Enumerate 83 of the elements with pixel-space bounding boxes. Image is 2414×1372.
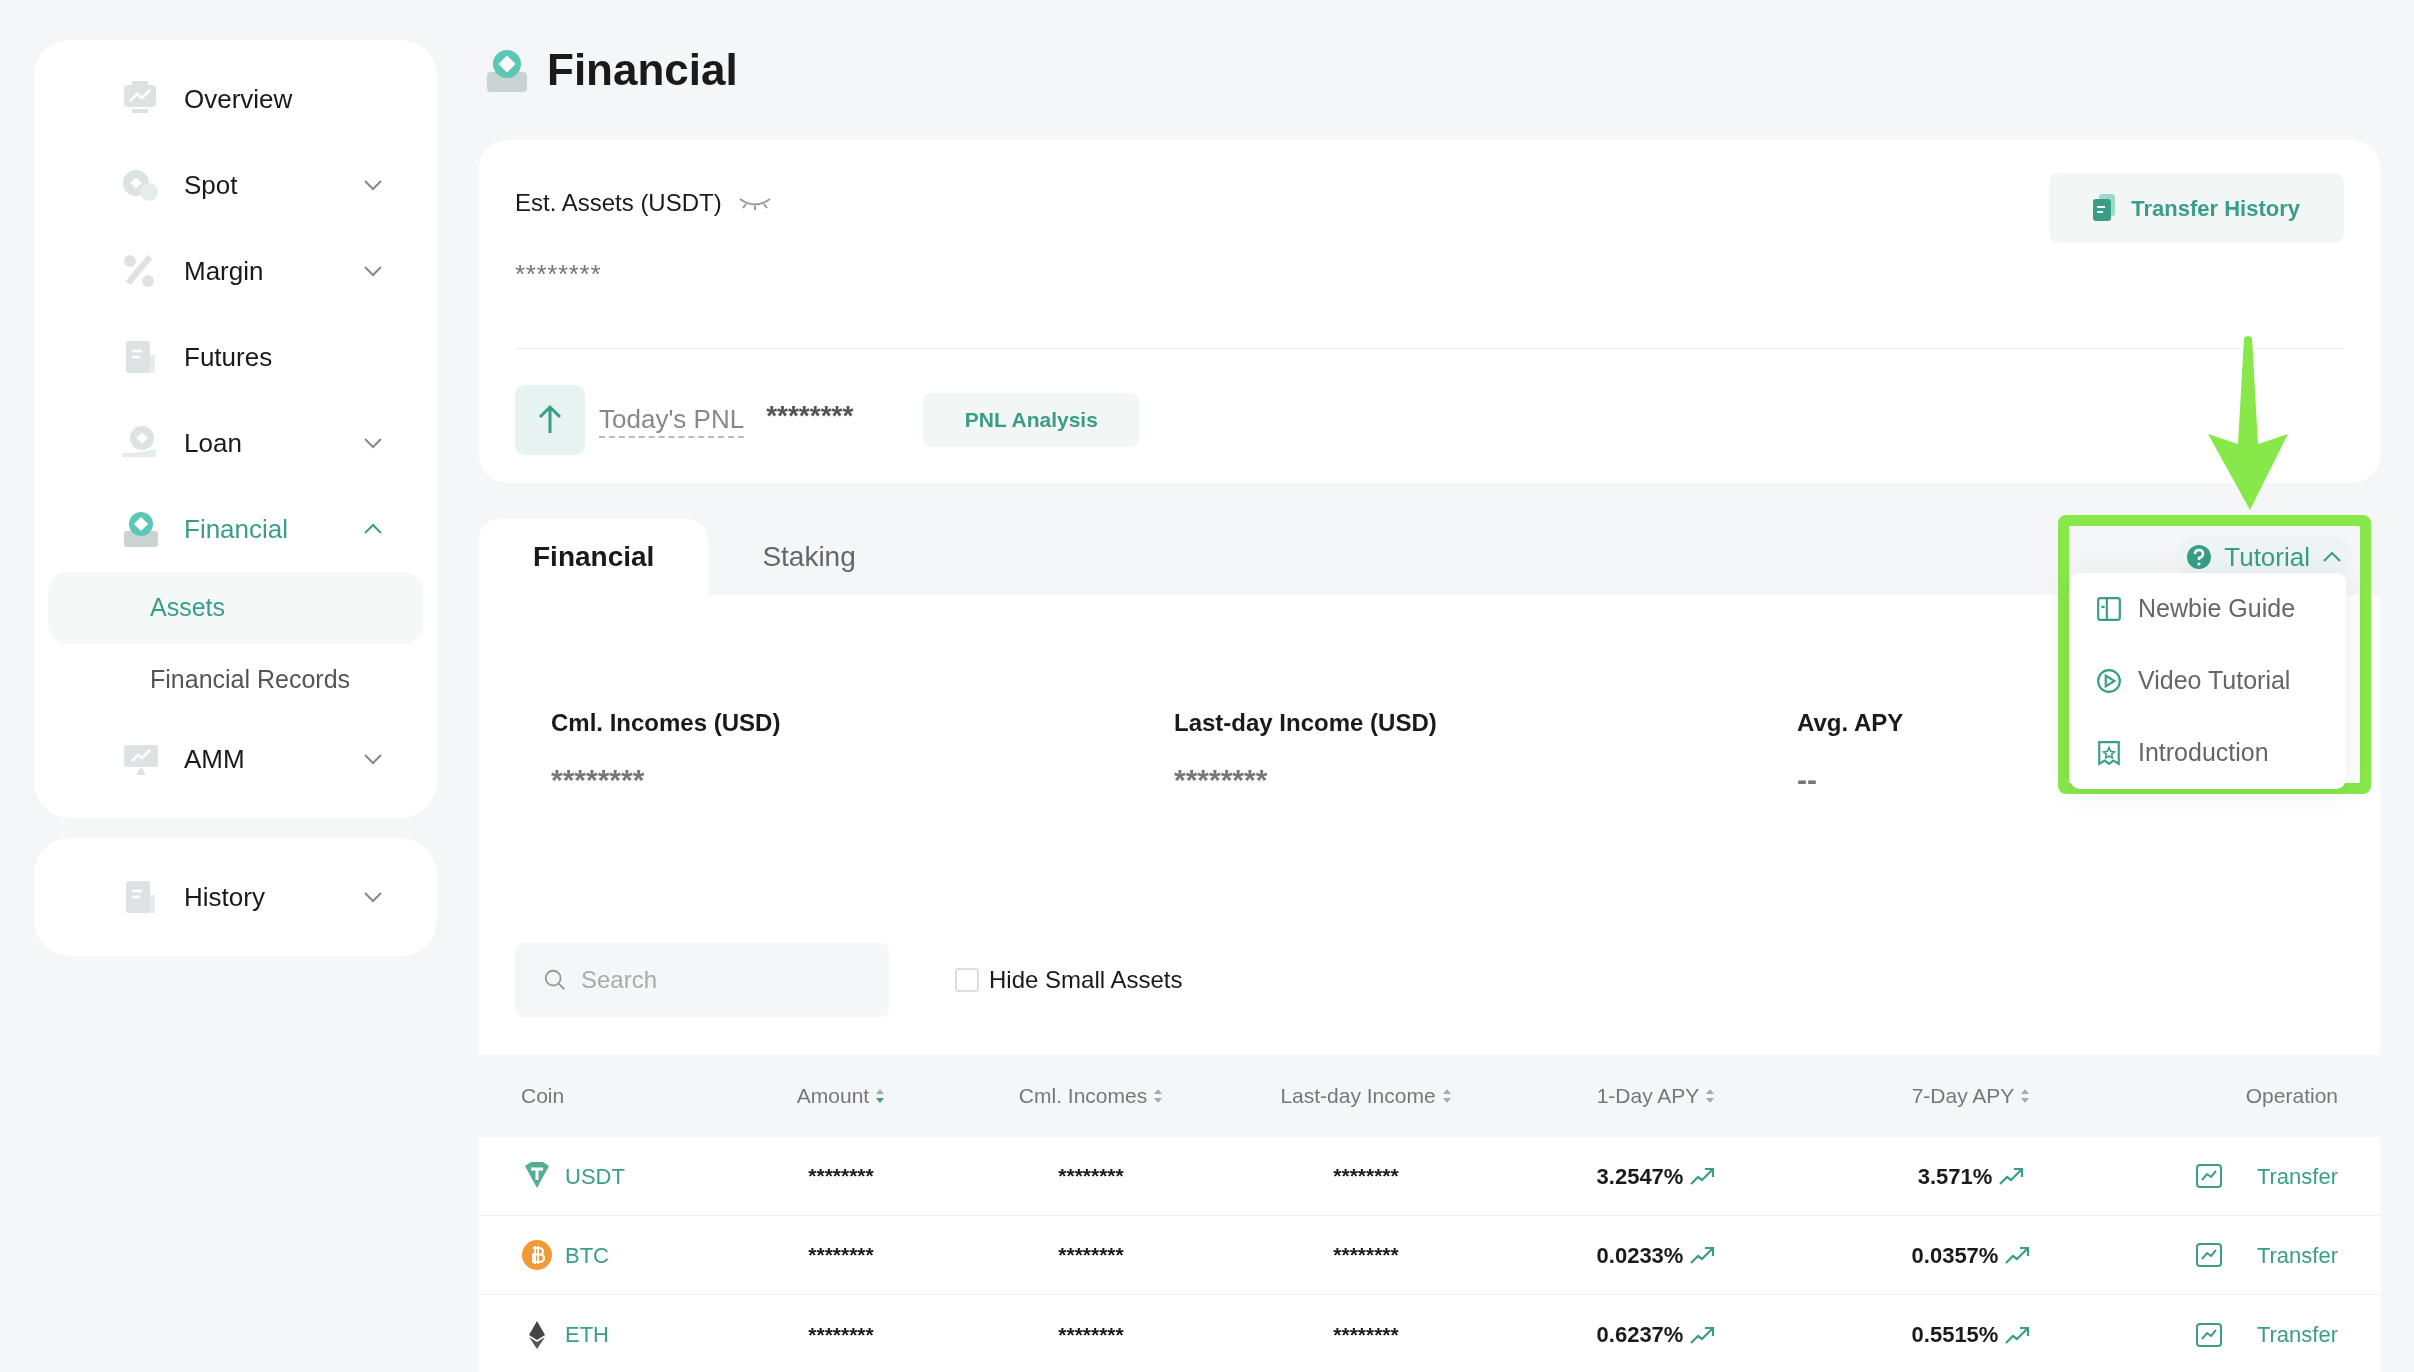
help-icon (2186, 544, 2213, 570)
table-cell-text: ******** (808, 1321, 874, 1348)
stat-value: ******** (551, 762, 645, 798)
sort-icon[interactable] (1441, 1088, 1452, 1104)
table-cell-text: ******** (808, 1242, 874, 1269)
column-header[interactable]: 1-Day APY (1596, 1080, 1700, 1112)
pnl-analysis-button[interactable]: PNL Analysis (923, 393, 1140, 447)
table-cell-text: 0.0233% (1596, 1241, 1684, 1270)
sidebar-item[interactable]: AMM (48, 716, 423, 802)
hide-small-assets-label[interactable]: Hide Small Assets (989, 962, 1183, 998)
chart-icon[interactable] (2194, 1242, 2223, 1268)
sidebar-item[interactable]: Financial (48, 486, 423, 572)
book-icon (2096, 596, 2122, 622)
stat-label: Last-day Income (USD) (1174, 708, 1437, 738)
search-input[interactable]: Search (581, 962, 861, 998)
tab[interactable]: Financial (479, 519, 709, 595)
sidebar-item[interactable]: Margin (48, 228, 423, 314)
sidebar-item[interactable]: Spot (48, 142, 423, 228)
tab[interactable]: Staking (708, 519, 910, 595)
stat-value: ******** (1174, 762, 1268, 798)
table-cell-text: ******** (1058, 1242, 1124, 1269)
sidebar-subitem[interactable]: Assets (48, 572, 423, 644)
column-header[interactable]: Last-day Income (1280, 1080, 1436, 1112)
transfer-link[interactable]: Transfer (2256, 1159, 2338, 1193)
chevron-up-icon (2322, 551, 2342, 563)
table-cell-text: ******** (808, 1163, 874, 1190)
star-badge-icon (2096, 740, 2122, 766)
assets-label: Est. Assets (USDT) (515, 188, 722, 218)
trend-up-icon (1998, 1166, 2025, 1186)
table-cell-text: 0.0357% (1911, 1241, 1999, 1270)
tutorial-dropdown[interactable]: Tutorial (2176, 537, 2352, 577)
pnl-value: ******** (766, 399, 854, 433)
table-cell-text: ******** (1333, 1163, 1399, 1190)
dropdown-item[interactable]: Introduction (2070, 717, 2346, 789)
transfer-history-button[interactable]: Transfer History (2049, 173, 2344, 243)
trend-up-icon (1689, 1166, 1716, 1186)
trend-up-icon (2004, 1245, 2031, 1265)
sidebar-item[interactable]: Loan (48, 400, 423, 486)
column-header[interactable]: Amount (796, 1080, 870, 1112)
bitcoin-icon (521, 1239, 553, 1271)
chart-icon[interactable] (2194, 1321, 2223, 1348)
column-header[interactable]: Cml. Incomes (1018, 1080, 1148, 1112)
eye-closed-icon[interactable] (737, 196, 772, 210)
sort-icon[interactable] (2020, 1088, 2031, 1104)
chart-icon[interactable] (2194, 1163, 2223, 1189)
sort-icon[interactable] (875, 1088, 886, 1104)
assets-value: ******** (515, 258, 603, 291)
coin-name[interactable]: ETH (565, 1318, 609, 1351)
stat-value: -- (1797, 762, 1817, 798)
sidebar-item[interactable]: Futures (48, 314, 423, 400)
table-cell-text: 0.5515% (1911, 1321, 1999, 1349)
sort-icon[interactable] (1705, 1088, 1716, 1104)
sidebar-subitem[interactable]: Financial Records (48, 644, 423, 716)
sidebar-item[interactable]: Overview (48, 56, 423, 142)
column-header: Operation (2245, 1083, 2338, 1110)
table-cell-text: ******** (1058, 1163, 1124, 1190)
search-field[interactable]: Search (515, 943, 889, 1017)
transfer-link[interactable]: Transfer (2256, 1318, 2338, 1351)
coin-name[interactable]: USDT (565, 1159, 625, 1193)
play-icon (2096, 668, 2122, 694)
table-cell-text: ******** (1058, 1321, 1124, 1348)
transfer-link[interactable]: Transfer (2256, 1238, 2338, 1272)
column-header: Coin (521, 1083, 565, 1110)
checkbox[interactable] (955, 968, 979, 992)
stat-label: Avg. APY (1797, 708, 1904, 738)
pnl-label[interactable]: Today's PNL (599, 402, 745, 438)
dropdown-item[interactable]: Video Tutorial (2070, 645, 2346, 717)
column-header[interactable]: 7-Day APY (1911, 1080, 2015, 1112)
trend-up-icon (2004, 1324, 2031, 1345)
table-cell-text: 0.6237% (1596, 1321, 1684, 1349)
document-icon (2093, 194, 2118, 222)
coin-name[interactable]: BTC (565, 1238, 609, 1272)
table-cell-text: ******** (1333, 1242, 1399, 1269)
sidebar-item[interactable]: History (48, 854, 423, 940)
page-title: Financial (547, 44, 738, 96)
stat-label: Cml. Incomes (USD) (551, 708, 781, 738)
search-icon (543, 967, 567, 993)
trend-up-icon (1689, 1245, 1716, 1265)
table-cell-text: 3.2547% (1596, 1162, 1684, 1191)
sort-icon[interactable] (1153, 1088, 1164, 1104)
table-cell-text: 3.571% (1917, 1162, 1993, 1191)
table-cell-text: ******** (1333, 1321, 1399, 1348)
trend-up-icon (1689, 1324, 1716, 1345)
